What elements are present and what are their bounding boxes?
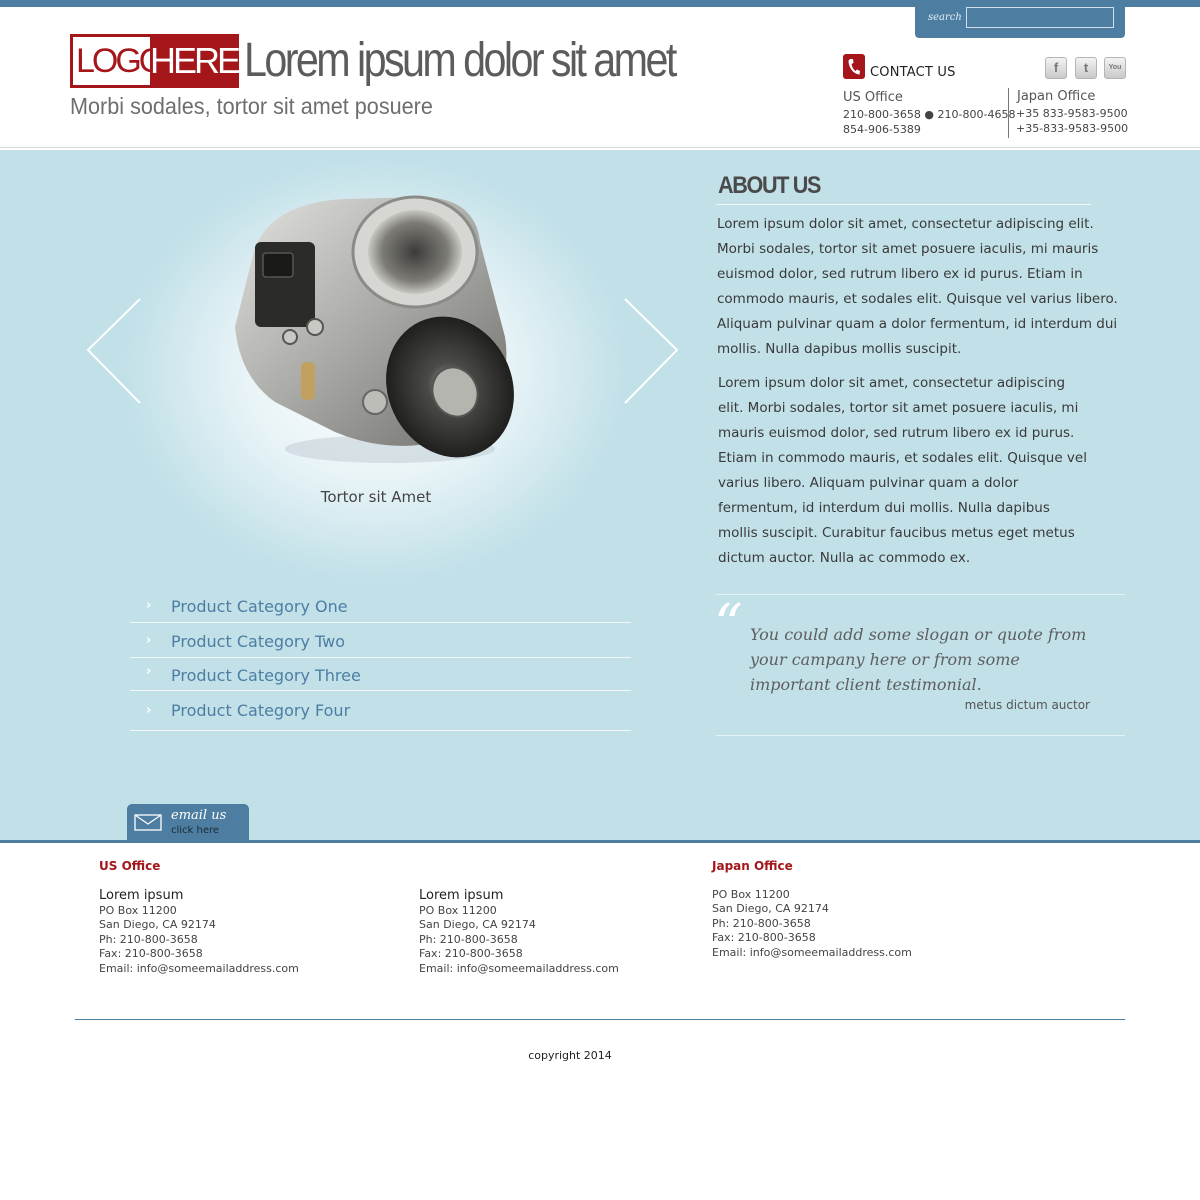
chevron-right-icon: › [146,703,152,718]
address-line: Fax: 210-800-3658 [99,947,203,961]
footer-col1-address: PO Box 11200 San Diego, CA 92174 Ph: 210… [99,904,299,976]
slider-caption: Tortor sit Amet [320,488,432,506]
quote-bottom-rule [716,735,1125,736]
youtube-icon[interactable]: You [1104,57,1126,79]
facebook-icon[interactable]: f [1045,57,1067,79]
address-line: San Diego, CA 92174 [712,902,829,916]
address-line: San Diego, CA 92174 [419,918,536,932]
logo-text-right: HERE [150,37,241,85]
search-label: search [928,12,962,23]
email-us-sublabel: click here [171,825,220,836]
site-logo[interactable]: LOGO HERE [70,34,241,88]
email-link[interactable]: Email: info@someemailaddress.com [99,962,299,976]
address-line: PO Box 11200 [712,888,790,901]
site-title: Lorem ipsum dolor sit amet [244,34,677,87]
category-item[interactable]: › Product Category Four [130,691,631,731]
about-paragraph-2: Lorem ipsum dolor sit amet, consectetur … [718,375,1087,566]
address-line: PO Box 11200 [419,904,497,917]
main-panel: Tortor sit Amet › Product Category One ›… [0,150,1200,840]
about-heading: ABOUT US [718,172,821,199]
address-line: Ph: 210-800-3658 [419,932,518,946]
address-line: Fax: 210-800-3658 [419,947,523,961]
footer-col2-name: Lorem ipsum [419,888,504,903]
us-office-phone-2: 854-906-5389 [843,123,921,136]
category-item[interactable]: › Product Category Two [130,623,631,658]
chevron-left-icon[interactable] [85,297,145,407]
about-underline [716,204,1091,205]
category-label: Product Category Two [171,632,346,651]
address-line: Ph: 210-800-3658 [712,916,811,930]
japan-office-title: Japan Office [1017,89,1096,104]
footer-col3-address: PO Box 11200 San Diego, CA 92174 Ph: 210… [712,888,912,960]
chevron-right-icon[interactable] [620,297,680,407]
category-label: Product Category Four [171,701,351,720]
address-line: PO Box 11200 [99,904,177,917]
about-paragraph-1: Lorem ipsum dolor sit amet, consectetur … [717,216,1118,357]
address-line: Fax: 210-800-3658 [712,931,816,945]
header-divider [0,147,1200,148]
product-image [215,187,525,477]
email-link[interactable]: Email: info@someemailaddress.com [419,962,619,976]
envelope-icon [134,814,162,835]
twitter-icon[interactable]: t [1075,57,1097,79]
search-box: search [915,5,1125,38]
footer-divider [75,1019,1125,1020]
chevron-right-icon: › [146,633,152,648]
category-label: Product Category Three [171,666,361,685]
address-line: San Diego, CA 92174 [99,918,216,932]
footer-us-office-heading: US Office [99,859,161,873]
logo-text-left: LOGO [76,42,165,80]
address-line: Ph: 210-800-3658 [99,932,198,946]
footer-top-bar [0,840,1200,843]
us-office-phones: 210-800-3658 ● 210-800-4658 [843,108,1016,121]
category-item[interactable]: › Product Category One [130,588,631,623]
email-link[interactable]: Email: info@someemailaddress.com [712,946,912,960]
japan-office-phone-1: +35 833-9583-9500 [1016,107,1128,120]
footer-japan-office-heading: Japan Office [712,859,793,873]
email-us-label: email us [171,808,227,823]
testimonial-author: metus dictum auctor [964,698,1090,712]
phone-icon [843,54,865,79]
category-item[interactable]: › Product Category Three [130,658,631,691]
category-list: › Product Category One › Product Categor… [130,588,631,731]
chevron-right-icon: › [146,598,152,613]
contact-us-link[interactable]: CONTACT US [870,65,956,80]
email-us-button[interactable]: email us click here [127,804,249,840]
site-tagline: Morbi sodales, tortor sit amet posuere [70,93,433,119]
us-office-title: US Office [843,90,903,105]
search-input[interactable] [966,7,1114,28]
office-divider [1008,88,1009,138]
testimonial-quote: You could add some slogan or quote from … [750,625,1087,694]
chevron-right-icon: › [146,664,152,679]
footer-col2-address: PO Box 11200 San Diego, CA 92174 Ph: 210… [419,904,619,976]
copyright-text: copyright 2014 [528,1049,612,1062]
footer-col1-name: Lorem ipsum [99,888,184,903]
category-label: Product Category One [171,597,348,616]
quote-mark-icon: “ [714,593,743,658]
quote-top-rule [716,594,1125,595]
japan-office-phone-2: +35-833-9583-9500 [1016,122,1129,135]
